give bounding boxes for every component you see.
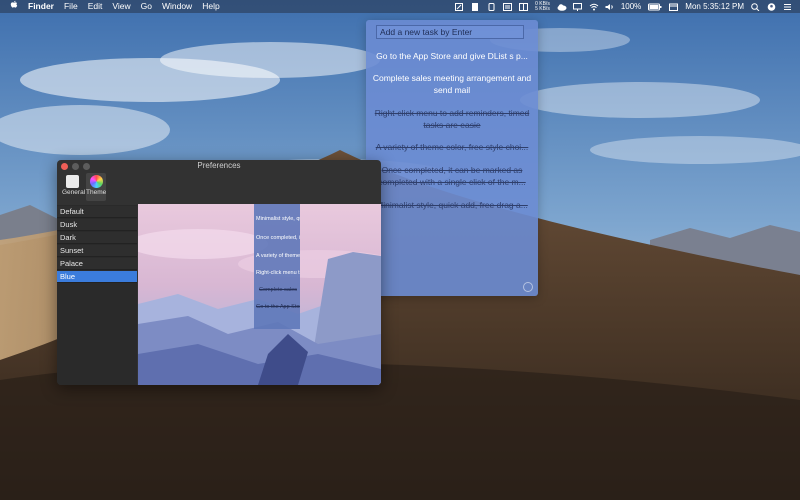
theme-item-dusk[interactable]: Dusk — [57, 219, 137, 231]
wifi-icon[interactable] — [589, 3, 599, 11]
document-icon[interactable] — [471, 2, 480, 11]
preferences-window: Preferences General Theme Default Dusk D… — [57, 160, 381, 385]
preview-task-panel: Minimalist style, qui Once completed, it… — [254, 204, 300, 329]
menu-list-icon[interactable] — [503, 2, 513, 11]
general-icon — [65, 175, 79, 188]
tab-general-label: General — [62, 189, 86, 196]
menu-app-name[interactable]: Finder — [28, 0, 54, 13]
display-icon[interactable] — [572, 2, 582, 11]
task-item-completed[interactable]: Right-click menu to add reminders, timed… — [369, 108, 535, 131]
theme-preview: Minimalist style, qui Once completed, it… — [138, 204, 381, 385]
settings-icon[interactable] — [523, 282, 533, 292]
apple-menu-icon[interactable] — [10, 0, 18, 13]
calendar-icon[interactable] — [669, 3, 679, 11]
menu-edit[interactable]: Edit — [88, 0, 103, 13]
window-title: Preferences — [197, 161, 241, 170]
menu-window[interactable]: Window — [162, 0, 192, 13]
volume-icon[interactable] — [605, 3, 614, 11]
tab-theme[interactable]: Theme — [86, 173, 106, 201]
color-wheel-icon — [89, 175, 103, 188]
task-item-completed[interactable]: A variety of theme color, free style cho… — [369, 142, 535, 154]
theme-list: Default Dusk Dark Sunset Palace Blue — [57, 205, 137, 385]
task-item[interactable]: Go to the App Store and give DList s p..… — [369, 51, 535, 63]
theme-item-dark[interactable]: Dark — [57, 232, 137, 244]
theme-item-palace[interactable]: Palace — [57, 258, 137, 270]
tab-general[interactable]: General — [62, 173, 86, 201]
network-down: 5 KB/s — [535, 5, 550, 12]
menu-bar: Finder File Edit View Go Window Help 0 K… — [0, 0, 800, 13]
task-item-completed[interactable]: Minimalist style, quick add, free drag a… — [369, 200, 535, 212]
preview-item-completed: Complete sales — [259, 287, 297, 293]
cloud-icon[interactable] — [557, 3, 567, 11]
menu-go[interactable]: Go — [141, 0, 152, 13]
task-list-window: Go to the App Store and give DList s p..… — [366, 20, 538, 296]
preview-item: Right-click menu to — [256, 270, 300, 276]
grid-icon[interactable] — [519, 2, 529, 11]
task-item[interactable]: Complete sales meeting arrangement and s… — [369, 73, 535, 96]
desktop: Finder File Edit View Go Window Help 0 K… — [0, 0, 800, 500]
menu-help[interactable]: Help — [202, 0, 219, 13]
user-icon[interactable] — [767, 2, 776, 11]
theme-item-sunset[interactable]: Sunset — [57, 245, 137, 257]
menu-file[interactable]: File — [64, 0, 78, 13]
new-task-input[interactable] — [376, 25, 524, 39]
notification-center-icon[interactable] — [783, 3, 792, 11]
status-area: 0 KB/s 5 KB/s 100% Mon 5:35:12 PM — [455, 0, 800, 13]
preview-item: Once completed, it c — [256, 235, 300, 241]
menu-view[interactable]: View — [112, 0, 130, 13]
network-speed: 0 KB/s 5 KB/s — [535, 1, 550, 12]
task-item-completed[interactable]: Once completed, it can be marked as comp… — [369, 165, 535, 188]
note-icon[interactable] — [455, 2, 464, 11]
tab-theme-label: Theme — [86, 189, 107, 196]
search-icon[interactable] — [751, 2, 760, 11]
clock[interactable]: Mon 5:35:12 PM — [685, 2, 744, 11]
battery-percent: 100% — [620, 2, 642, 11]
phone-icon[interactable] — [487, 2, 496, 11]
theme-item-blue[interactable]: Blue — [57, 271, 137, 283]
preview-item: A variety of theme c — [256, 253, 300, 259]
preview-item-completed: Go to the App Store — [256, 304, 300, 310]
preview-item: Minimalist style, qui — [256, 216, 300, 222]
theme-item-default[interactable]: Default — [57, 206, 137, 218]
battery-icon[interactable] — [648, 3, 662, 11]
